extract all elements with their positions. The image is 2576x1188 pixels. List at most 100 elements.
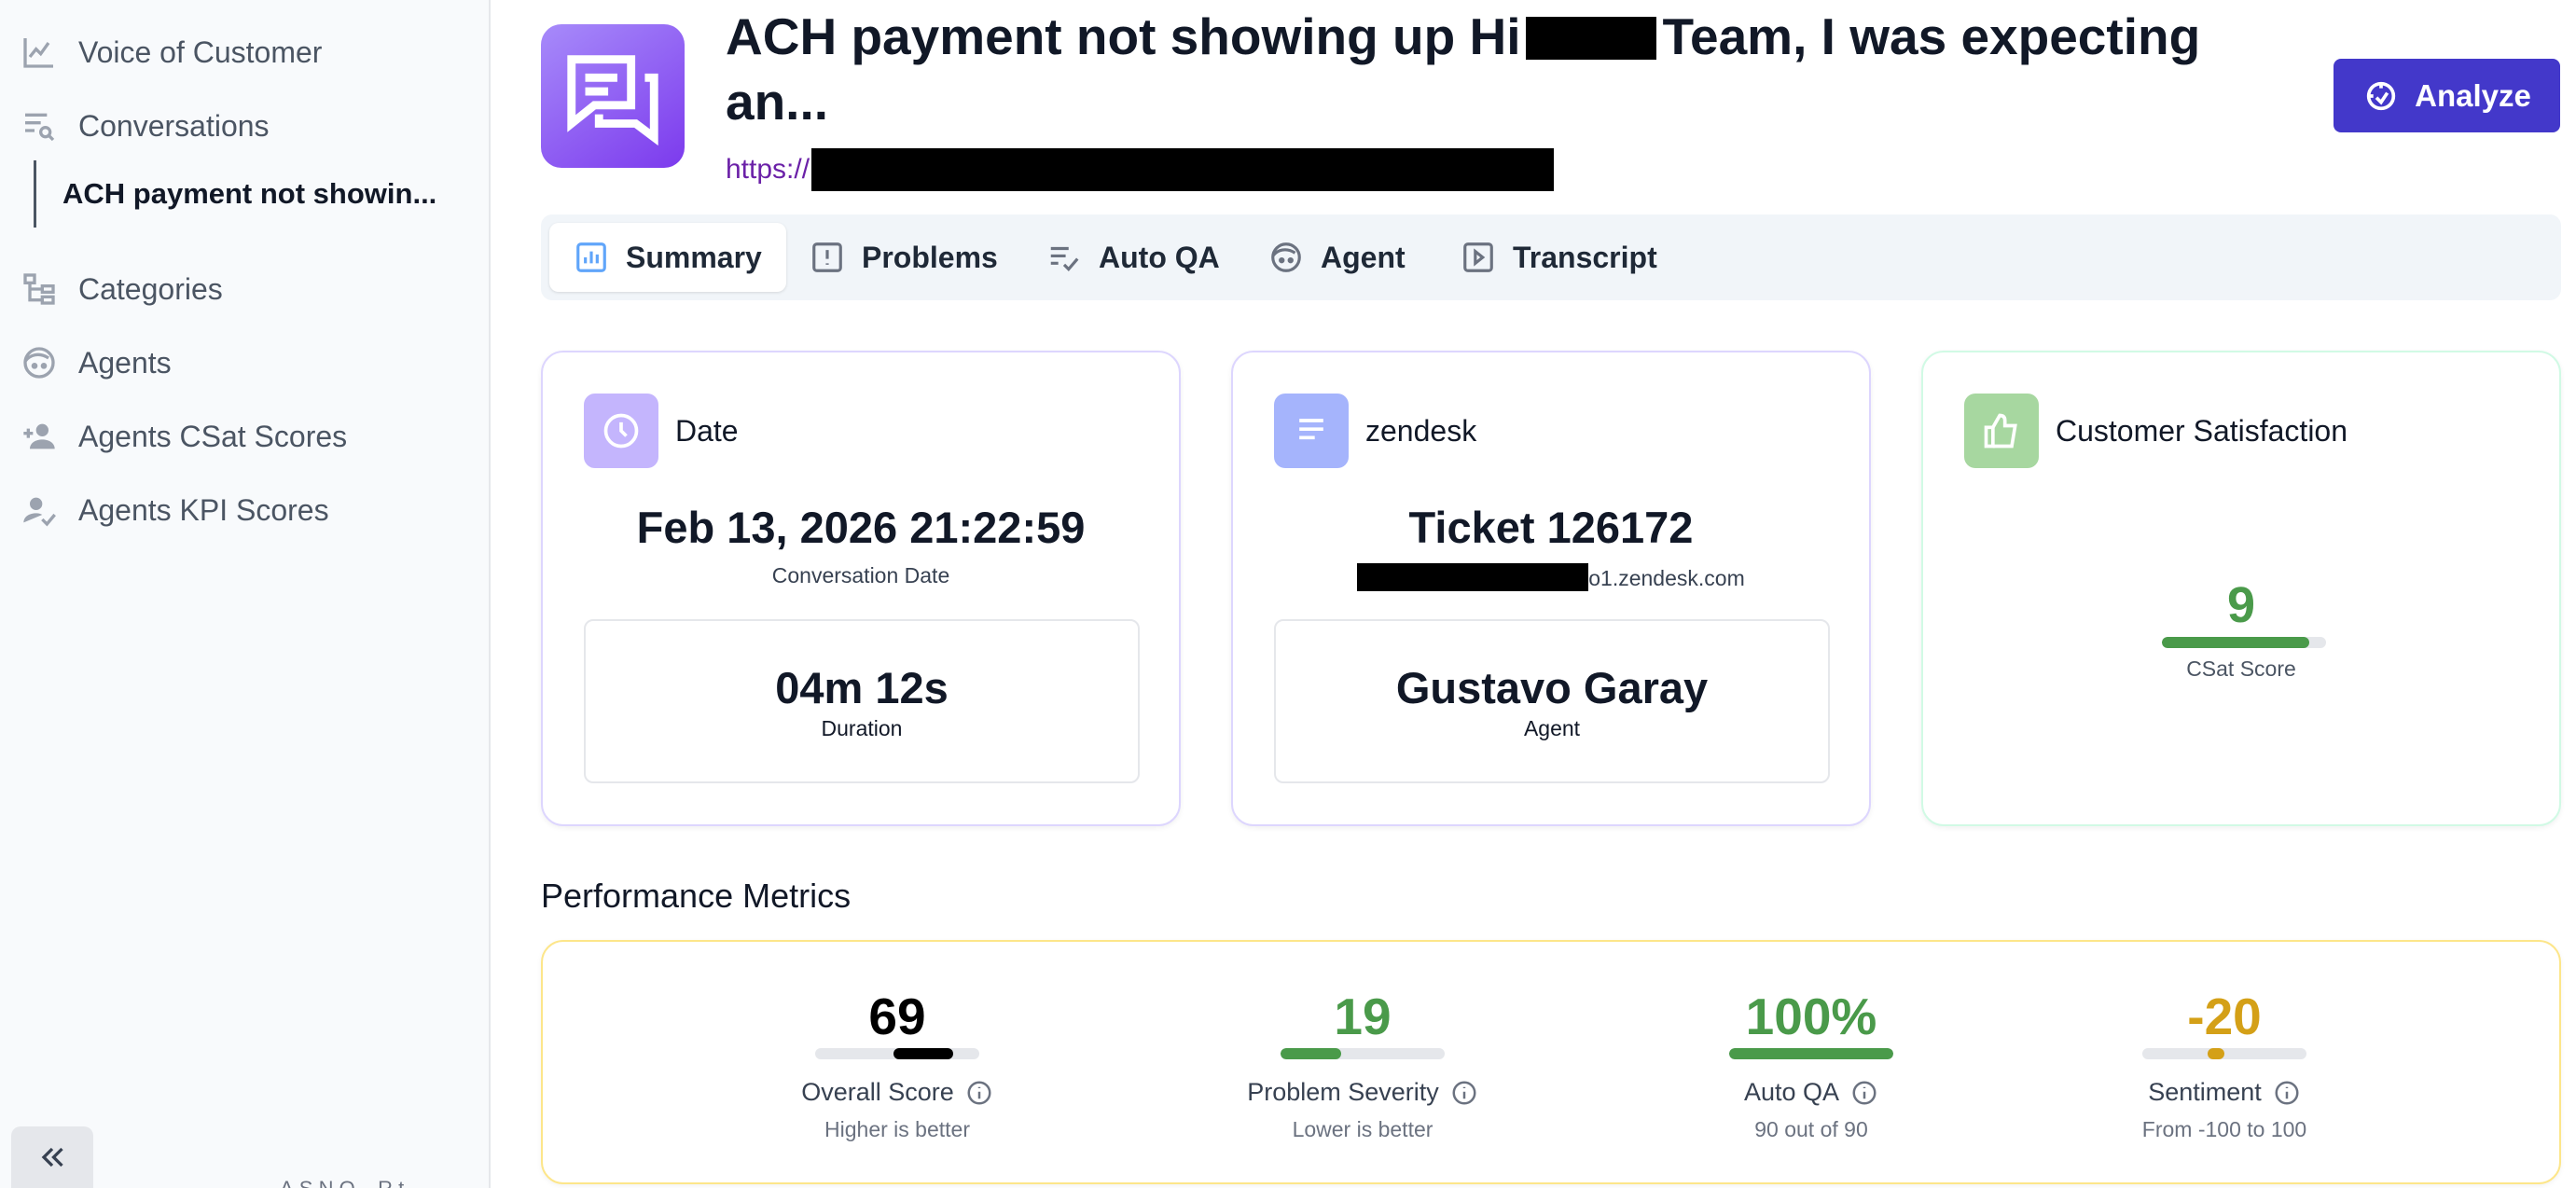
sidebar-item-categories[interactable]: Categories <box>21 261 223 317</box>
metric-overall-score: 69 Overall Score Higher is better <box>711 942 1084 1186</box>
card-header: Customer Satisfaction <box>1964 394 2347 468</box>
analyze-icon <box>2366 81 2396 110</box>
card-title: zendesk <box>1365 413 1477 448</box>
sidebar-item-label: Conversations <box>78 108 270 143</box>
tab-auto-qa[interactable]: Auto QA <box>1046 223 1220 292</box>
metric-bar-fill <box>2208 1048 2224 1059</box>
clock-icon <box>584 394 658 468</box>
tab-agent[interactable]: Agent <box>1268 223 1406 292</box>
metric-bar <box>815 1048 979 1059</box>
sidebar-item-label: Agents <box>78 345 172 380</box>
metric-label: Overall Score <box>711 1078 1084 1107</box>
info-icon[interactable] <box>1850 1079 1878 1107</box>
tab-problems[interactable]: Problems <box>810 223 998 292</box>
metric-subtext: From -100 to 100 <box>2141 1117 2307 1141</box>
metric-bar-fill <box>1729 1048 1893 1059</box>
date-card: Date Feb 13, 2026 21:22:59 Conversation … <box>541 351 1181 826</box>
tab-bar: Summary Problems Auto QA Agent Transcrip… <box>541 214 2561 300</box>
info-icon[interactable] <box>2273 1079 2301 1107</box>
redaction-box <box>1357 563 1589 591</box>
tab-summary[interactable]: Summary <box>549 223 786 292</box>
metric-bar-fill <box>1281 1048 1342 1059</box>
thumbs-up-icon <box>1964 394 2039 468</box>
chart-line-icon <box>23 38 53 68</box>
user-plus-icon <box>23 423 55 449</box>
metric-bar <box>1281 1048 1445 1059</box>
metric-problem-severity: 19 Problem Severity Lower is better <box>1176 942 1549 1186</box>
info-icon[interactable] <box>1450 1079 1478 1107</box>
sidebar-item-agents-csat-scores[interactable]: Agents CSat Scores <box>21 408 347 464</box>
sidebar-subitem-active[interactable]: ACH payment not showin... <box>34 160 436 228</box>
metric-subtext: Higher is better <box>824 1117 970 1141</box>
sidebar-item-voice-of-customer[interactable]: Voice of Customer <box>21 24 322 80</box>
card-title: Customer Satisfaction <box>2056 413 2348 448</box>
agent-label: Agent <box>1523 716 1581 740</box>
agent-name: Gustavo Garay <box>1395 663 1709 712</box>
metric-bar <box>2142 1048 2306 1059</box>
metric-label: Auto QA <box>1625 1078 1998 1107</box>
chat-bubbles-icon <box>567 55 658 146</box>
conversation-date-value: Feb 13, 2026 21:22:59 <box>636 503 1086 552</box>
tab-transcript[interactable]: Transcript <box>1461 223 1657 292</box>
metric-value: 69 <box>868 988 926 1045</box>
card-header: zendesk <box>1274 394 1476 468</box>
sidebar-item-label: Agents KPI Scores <box>78 492 329 527</box>
user-check-icon <box>23 497 56 527</box>
analyze-button[interactable]: Analyze <box>2334 59 2560 132</box>
conversation-date-label: Conversation Date <box>771 563 950 587</box>
csat-score-label: CSat Score <box>2186 656 2296 681</box>
sidebar-item-label: Categories <box>78 271 223 306</box>
csat-score-value: 9 <box>2226 577 2256 633</box>
card-header: Date <box>584 394 739 468</box>
agent-face-icon <box>1271 242 1301 272</box>
metric-bar <box>1729 1048 1893 1059</box>
conversation-logo <box>541 24 685 168</box>
list-check-icon <box>1050 246 1079 271</box>
metric-value: -20 <box>2187 988 2262 1045</box>
list-search-icon <box>25 113 55 142</box>
document-icon <box>1274 394 1349 468</box>
sidebar-item-label: Voice of Customer <box>78 35 323 69</box>
conversation-url-link[interactable]: https:// <box>726 147 1555 192</box>
play-square-icon <box>1463 242 1493 272</box>
source-card: zendesk Ticket 126172 o1.zendesk.com Gus… <box>1231 351 1871 826</box>
redaction-box <box>1526 17 1657 60</box>
metric-bar-fill <box>893 1048 953 1059</box>
csat-score-bar-fill <box>2162 637 2310 648</box>
sidebar-item-agents-kpi-scores[interactable]: Agents KPI Scores <box>21 482 329 538</box>
csat-card: Customer Satisfaction 9 CSat Score <box>1921 351 2561 826</box>
collapse-sidebar-button[interactable] <box>11 1126 93 1188</box>
metric-subtext: 90 out of 90 <box>1754 1117 1868 1141</box>
chevrons-left-icon <box>41 1147 63 1167</box>
metric-subtext: Lower is better <box>1292 1117 1433 1141</box>
card-title: Date <box>675 413 739 448</box>
info-icon[interactable] <box>965 1079 993 1107</box>
duration-value: 04m 12s <box>775 663 949 712</box>
duration-label: Duration <box>821 716 903 740</box>
sidebar: Voice of Customer Conversations ACH paym… <box>0 0 491 1188</box>
metric-value: 19 <box>1334 988 1392 1045</box>
bar-chart-icon <box>576 242 606 272</box>
duration-box: 04m 12s Duration <box>584 619 1140 783</box>
alert-square-icon <box>812 242 842 272</box>
zendesk-host[interactable]: o1.zendesk.com <box>1233 563 1869 591</box>
metric-label: Sentiment <box>2038 1078 2411 1107</box>
metric-auto-qa: 100% Auto QA 90 out of 90 <box>1625 942 1998 1186</box>
metric-value: 100% <box>1745 988 1877 1045</box>
page-title: ACH payment not showing up Hi Team, I was… <box>726 7 2201 131</box>
ticket-number: Ticket 126172 <box>1408 503 1694 552</box>
hierarchy-icon <box>23 273 55 305</box>
sidebar-item-label: Agents CSat Scores <box>78 419 348 453</box>
sidebar-item-agents[interactable]: Agents <box>21 335 172 391</box>
metric-sentiment: -20 Sentiment From -100 to 100 <box>2038 942 2411 1186</box>
performance-metrics-card: 69 Overall Score Higher is better 19 Pro… <box>541 940 2561 1184</box>
agent-face-icon <box>23 347 55 379</box>
sidebar-subitem-label: ACH payment not showin... <box>62 177 437 210</box>
metric-label: Problem Severity <box>1176 1078 1549 1107</box>
sidebar-item-conversations[interactable]: Conversations <box>21 98 270 154</box>
agent-box: Gustavo Garay Agent <box>1274 619 1830 783</box>
redaction-box <box>811 148 1555 191</box>
performance-section-title: Performance Metrics <box>541 877 852 915</box>
sidebar-footer-text: A.S.N.O... R.t... <box>280 1177 422 1188</box>
csat-score-bar <box>2162 637 2326 648</box>
